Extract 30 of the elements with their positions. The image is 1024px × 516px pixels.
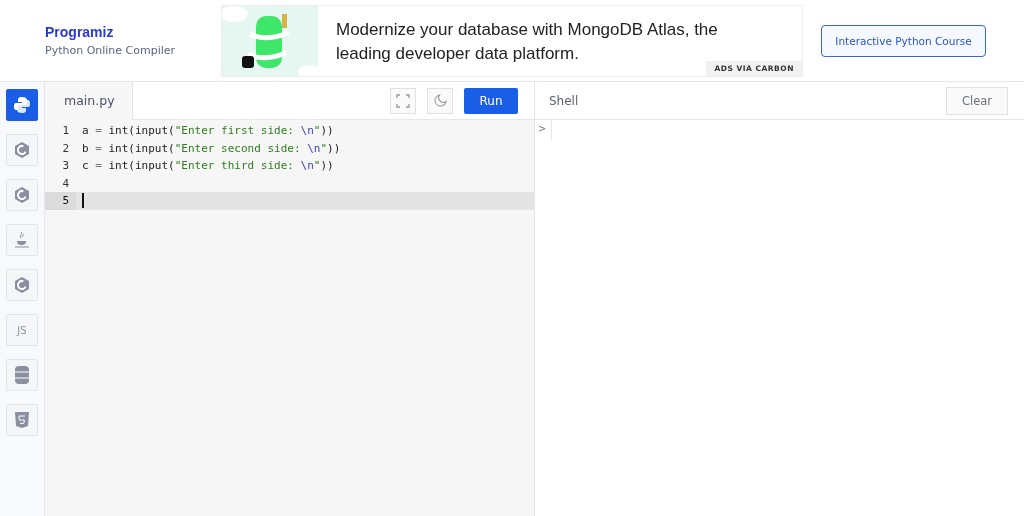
hexagon-c-icon <box>13 186 31 204</box>
file-tab[interactable]: main.py <box>45 81 133 120</box>
code-line[interactable]: c = int(input("Enter third side: \n")) <box>82 159 334 173</box>
hexagon-c-icon <box>13 141 31 159</box>
clear-button[interactable]: Clear <box>946 86 1008 115</box>
code-line[interactable]: a = int(input("Enter first side: \n")) <box>82 124 334 138</box>
coffee-cup-icon <box>14 231 30 249</box>
language-button[interactable] <box>6 89 38 121</box>
shell-prompt: > <box>535 120 552 140</box>
subtitle: Python Online Compiler <box>45 44 177 57</box>
fullscreen-icon <box>396 93 410 108</box>
snake-icon <box>13 96 31 114</box>
logo[interactable]: Programiz <box>45 24 221 40</box>
run-button[interactable]: Run <box>464 87 518 114</box>
line-number: 1 <box>61 123 70 140</box>
html-shield-icon <box>14 411 30 429</box>
line-number: 5 <box>45 192 76 210</box>
moon-icon <box>433 94 447 107</box>
fullscreen-button[interactable] <box>390 87 416 114</box>
code-line[interactable]: b = int(input("Enter second side: \n")) <box>82 141 341 155</box>
line-number: 2 <box>61 140 70 157</box>
dark-mode-button[interactable] <box>427 87 453 114</box>
line-number: 3 <box>61 158 70 175</box>
text-cursor <box>82 193 84 209</box>
database-icon <box>15 366 29 384</box>
hexagon-c-icon <box>13 276 31 294</box>
course-button[interactable]: Interactive Python Course <box>821 24 986 57</box>
line-number: 4 <box>61 175 70 192</box>
shell-title: Shell <box>549 93 580 108</box>
js-label: JS <box>17 324 27 336</box>
